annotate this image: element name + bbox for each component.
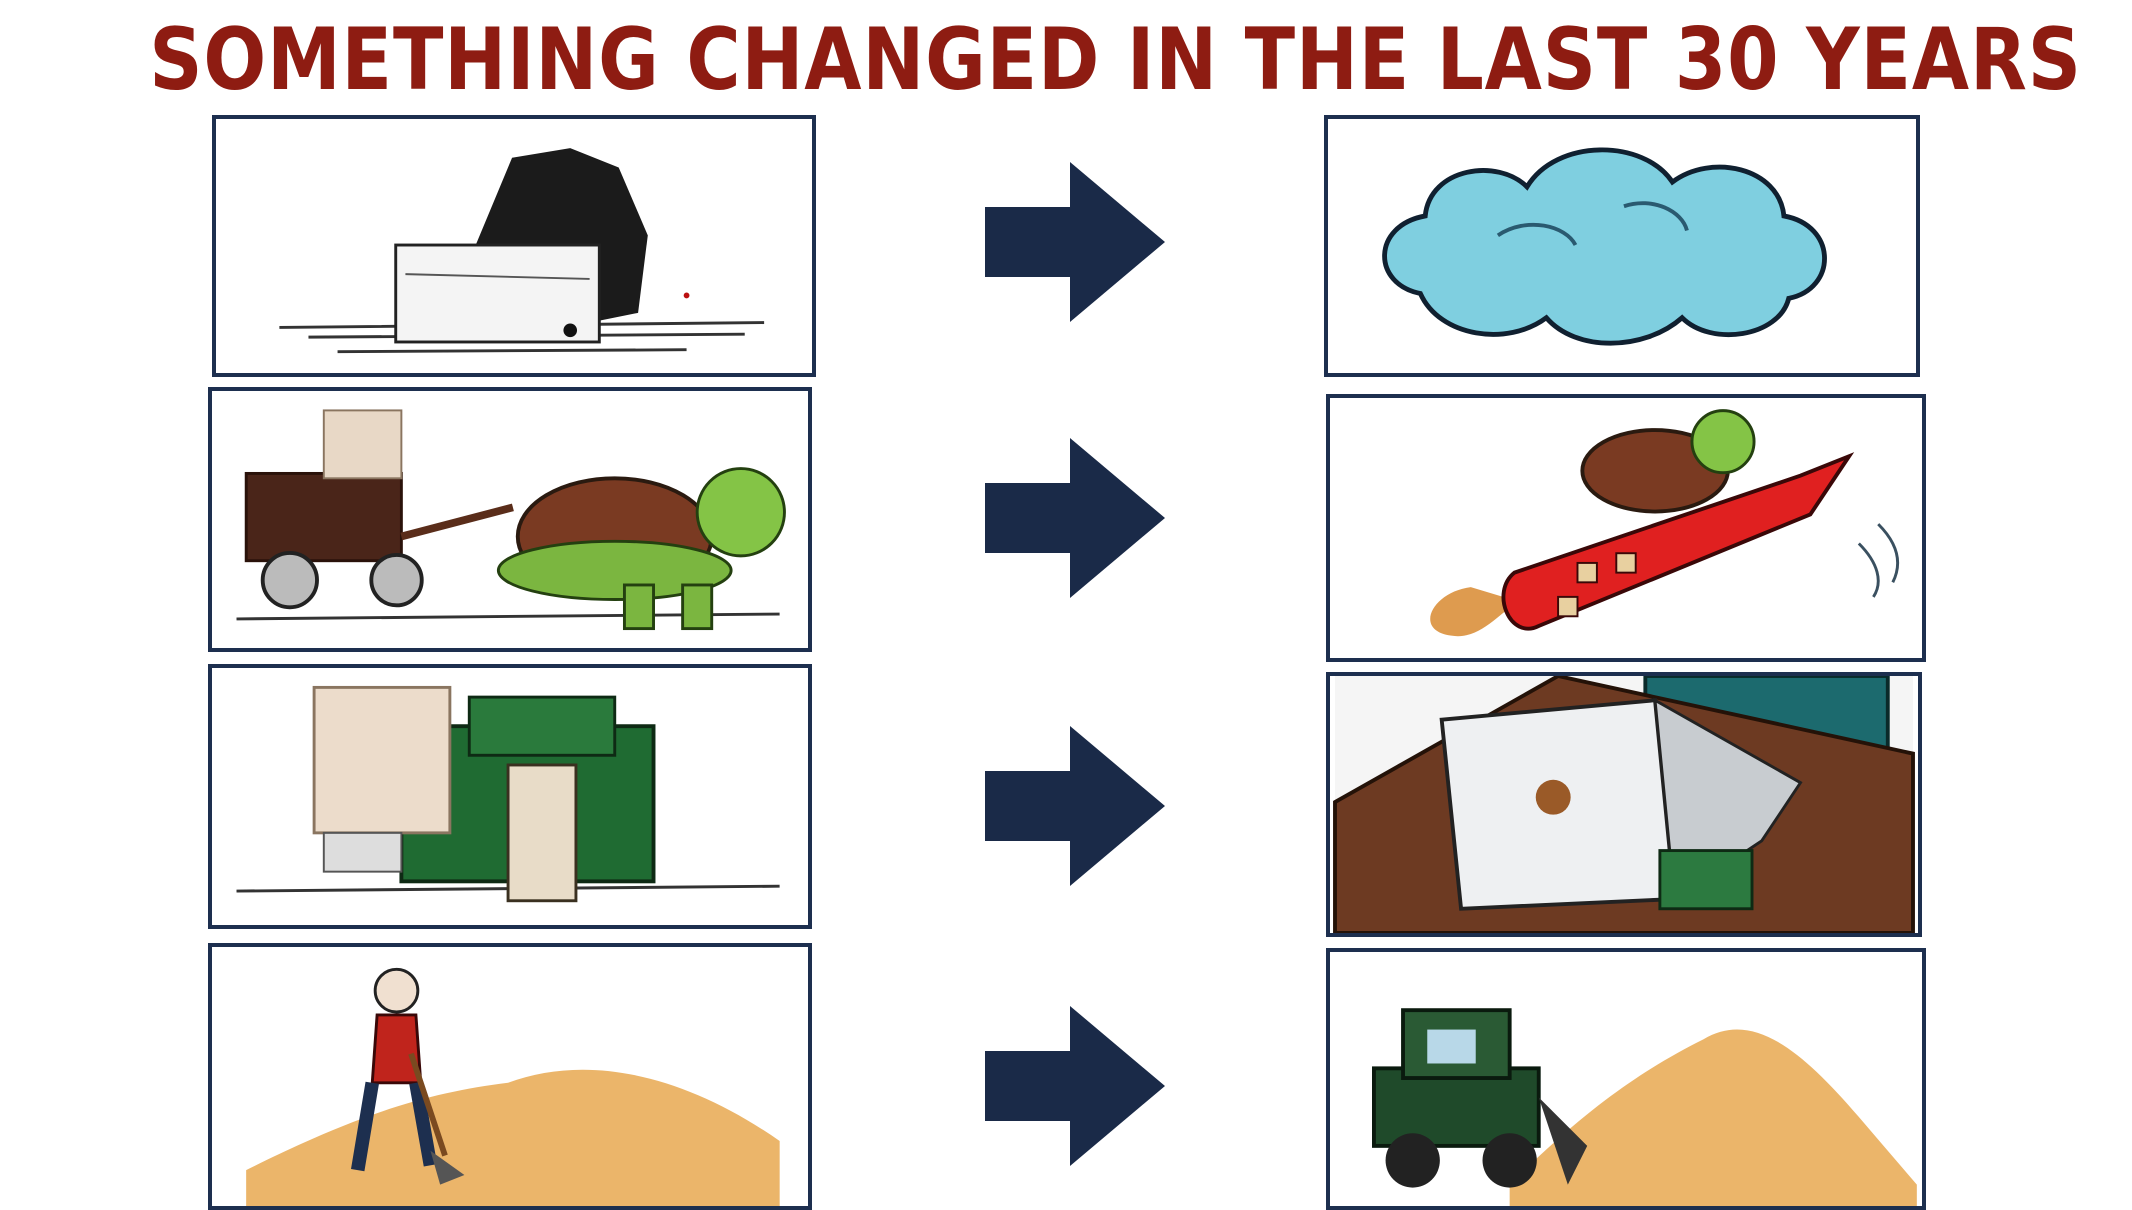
panel-after-3 xyxy=(1326,672,1922,937)
panel-after-1 xyxy=(1324,115,1920,377)
arrow-icon xyxy=(985,162,1165,322)
computer-and-money-stacks-icon xyxy=(236,685,780,903)
tortoise-riding-rocket-icon xyxy=(1430,409,1900,637)
person-digging-with-shovel-icon xyxy=(246,967,780,1206)
page-title: SOMETHING CHANGED IN THE LAST 30 YEARS xyxy=(149,10,2082,110)
panel-before-2 xyxy=(208,387,812,652)
panel-after-4 xyxy=(1326,948,1926,1210)
tortoise-pulling-cart-icon xyxy=(236,409,786,631)
cloud-icon xyxy=(1382,147,1827,346)
arrow-icon xyxy=(985,438,1165,598)
panel-after-2 xyxy=(1326,394,1926,662)
mainframe-computer-cards-icon xyxy=(279,148,765,354)
bulldozer-moving-sand-icon xyxy=(1372,1008,1917,1206)
laptop-on-desk-icon xyxy=(1333,676,1915,933)
arrow-icon xyxy=(985,1006,1165,1166)
panel-before-1 xyxy=(212,115,816,377)
arrow-icon xyxy=(985,726,1165,886)
panel-before-4 xyxy=(208,943,812,1210)
panel-before-3 xyxy=(208,664,812,929)
